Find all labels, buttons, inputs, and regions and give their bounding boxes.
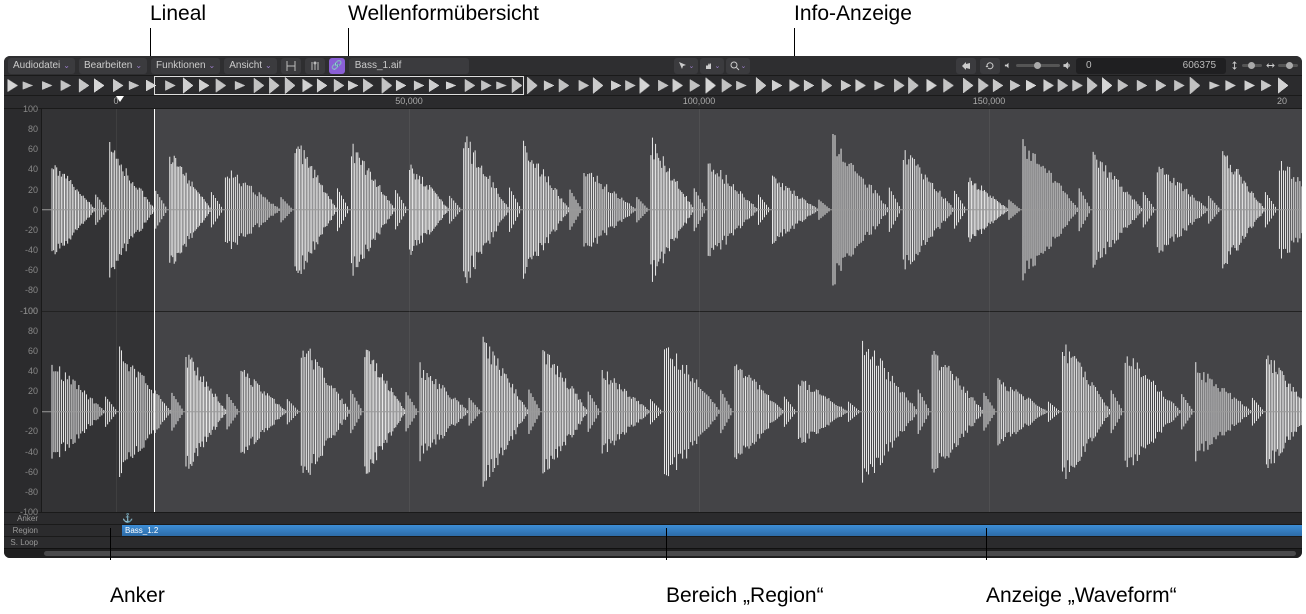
waveform-display[interactable]: 100806040200-20-40-60-80-100 10080604020… [4, 109, 1302, 512]
callouts-top: Lineal Wellenformübersicht Info-Anzeige [0, 2, 1306, 54]
tool-selector: ⌄ ⌄ ⌄ [674, 58, 750, 74]
anker-row: Anker ⚓ [4, 512, 1302, 524]
link-icon[interactable]: 🔗 [329, 58, 345, 74]
zoom-tool-icon[interactable]: ⌄ [726, 58, 750, 74]
callout-wellenform: Wellenformübersicht [348, 2, 539, 26]
vzoom-icon [1230, 61, 1239, 70]
preview-icon[interactable] [956, 58, 976, 74]
flex-icon[interactable] [305, 58, 325, 74]
snap-icon[interactable] [281, 58, 301, 74]
waveform-overview[interactable] [4, 76, 1302, 96]
amplitude-scale: 100806040200-20-40-60-80-100 10080604020… [4, 109, 42, 512]
menu-ansicht[interactable]: Ansicht⌄ [224, 58, 277, 74]
waveform-canvas[interactable] [42, 109, 1302, 512]
info-length: 606375 [1183, 60, 1216, 71]
ruler-tick: 0 [113, 96, 118, 106]
ruler[interactable]: 0 50,000 100,000 150,000 20 [4, 96, 1302, 109]
callout-lineal: Lineal [150, 2, 206, 26]
region-bar[interactable]: Bass_1.2 [122, 525, 1302, 536]
hand-tool-icon[interactable]: ⌄ [700, 58, 724, 74]
scrollbar-thumb[interactable] [44, 551, 1296, 556]
hzoom-icon [1266, 61, 1275, 70]
ruler-tick: 20 [1277, 96, 1287, 106]
audio-file-editor: Audiodatei⌄ Bearbeiten⌄ Funktionen⌄ Ansi… [4, 56, 1302, 558]
hzoom-control[interactable] [1266, 61, 1298, 70]
pointer-tool-icon[interactable]: ⌄ [674, 58, 698, 74]
region-name: Bass_1.2 [125, 526, 158, 535]
volume-high-icon [1063, 61, 1072, 70]
cycle-icon[interactable] [980, 58, 1000, 74]
callout-region: Bereich „Region“ [666, 562, 824, 586]
menu-funktionen[interactable]: Funktionen⌄ [151, 58, 220, 74]
filename-label: Bass_1.aif [355, 60, 402, 71]
volume-control[interactable] [1004, 61, 1072, 70]
volume-low-icon [1004, 61, 1013, 70]
menu-audiodatei[interactable]: Audiodatei⌄ [8, 58, 75, 74]
volume-slider[interactable] [1016, 64, 1060, 67]
callout-info: Info-Anzeige [794, 2, 912, 26]
horizontal-scrollbar[interactable] [4, 548, 1302, 558]
info-position: 0 [1086, 60, 1092, 71]
region-row: Region Bass_1.2 [4, 524, 1302, 536]
vzoom-control[interactable] [1230, 61, 1262, 70]
ruler-tick: 100,000 [683, 96, 716, 106]
toolbar: Audiodatei⌄ Bearbeiten⌄ Funktionen⌄ Ansi… [4, 56, 1302, 76]
sloop-row: S. Loop [4, 536, 1302, 548]
region-area: Anker ⚓ Region Bass_1.2 S. Loop [4, 512, 1302, 548]
ruler-tick: 150,000 [973, 96, 1006, 106]
callout-waveform: Anzeige „Waveform“ [986, 562, 1177, 586]
callout-anker: Anker [110, 562, 165, 586]
callouts-bottom: Anker Bereich „Region“ Anzeige „Waveform… [0, 562, 1306, 610]
overview-visible-range[interactable] [154, 76, 524, 95]
info-display: 0 606375 [1076, 58, 1226, 74]
menu-bearbeiten[interactable]: Bearbeiten⌄ [79, 58, 147, 74]
ruler-tick: 50,000 [395, 96, 423, 106]
anchor-icon[interactable]: ⚓ [122, 513, 133, 524]
file-chip[interactable]: Bass_1.aif [349, 58, 469, 74]
playhead-line[interactable] [154, 109, 155, 512]
